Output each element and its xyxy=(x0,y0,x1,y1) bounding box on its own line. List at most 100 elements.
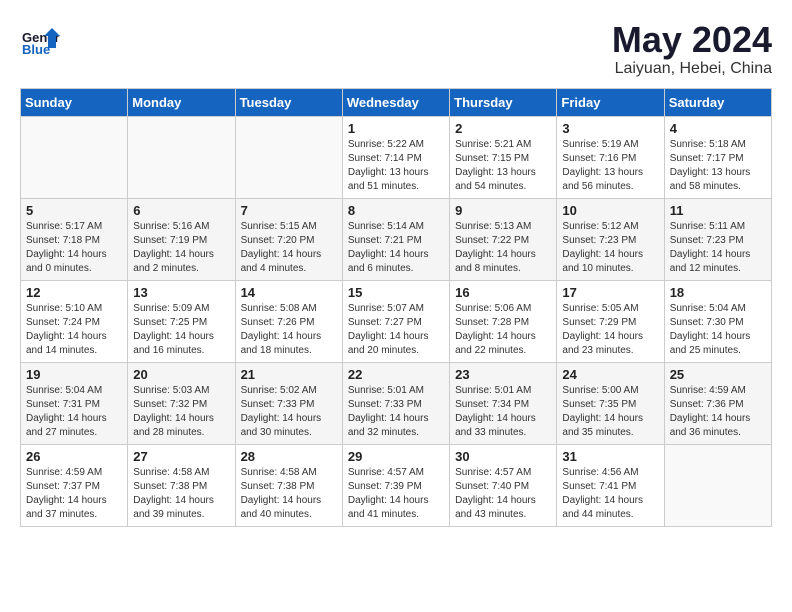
calendar-cell xyxy=(235,116,342,198)
calendar-cell: 11 Sunrise: 5:11 AM Sunset: 7:23 PM Dayli… xyxy=(664,198,771,280)
calendar-week-3: 12Sunrise: 5:10 AM Sunset: 7:24 PM Dayli… xyxy=(21,280,772,362)
day-info: Sunrise: 5:01 AM Sunset: 7:33 PM Dayligh… xyxy=(348,384,444,440)
svg-text:Blue: Blue xyxy=(22,42,50,57)
calendar-cell: 21 Sunrise: 5:02 AM Sunset: 7:33 PM Dayli… xyxy=(235,362,342,444)
day-info: Sunrise: 5:04 AM Sunset: 7:30 PM Dayligh… xyxy=(670,302,766,358)
calendar-cell: 20 Sunrise: 5:03 AM Sunset: 7:32 PM Dayli… xyxy=(128,362,235,444)
day-number: 17 xyxy=(562,285,658,300)
calendar-cell: 15 Sunrise: 5:07 AM Sunset: 7:27 PM Dayli… xyxy=(342,280,449,362)
day-info: Sunrise: 5:15 AM Sunset: 7:20 PM Dayligh… xyxy=(241,220,337,276)
calendar-week-2: 5 Sunrise: 5:17 AM Sunset: 7:18 PM Daylig… xyxy=(21,198,772,280)
day-number: 24 xyxy=(562,367,658,382)
day-info: Sunrise: 5:18 AM Sunset: 7:17 PM Dayligh… xyxy=(670,138,766,194)
calendar-cell: 17 Sunrise: 5:05 AM Sunset: 7:29 PM Dayli… xyxy=(557,280,664,362)
day-number: 11 xyxy=(670,203,766,218)
calendar-cell: 13 Sunrise: 5:09 AM Sunset: 7:25 PM Dayli… xyxy=(128,280,235,362)
col-header-tuesday: Tuesday xyxy=(235,88,342,116)
day-number: 20 xyxy=(133,367,229,382)
col-header-wednesday: Wednesday xyxy=(342,88,449,116)
calendar-cell: 16 Sunrise: 5:06 AM Sunset: 7:28 PM Dayli… xyxy=(450,280,557,362)
day-number: 5 xyxy=(26,203,122,218)
day-number: 8 xyxy=(348,203,444,218)
day-info: Sunrise: 5:22 AM Sunset: 7:14 PM Dayligh… xyxy=(348,138,444,194)
calendar-cell: 10Sunrise: 5:12 AM Sunset: 7:23 PM Dayli… xyxy=(557,198,664,280)
calendar-cell: 4 Sunrise: 5:18 AM Sunset: 7:17 PM Daylig… xyxy=(664,116,771,198)
location-subtitle: Laiyuan, Hebei, China xyxy=(612,60,772,78)
calendar-body: 1 Sunrise: 5:22 AM Sunset: 7:14 PM Daylig… xyxy=(21,116,772,526)
day-number: 21 xyxy=(241,367,337,382)
calendar-cell: 24Sunrise: 5:00 AM Sunset: 7:35 PM Dayli… xyxy=(557,362,664,444)
day-number: 13 xyxy=(133,285,229,300)
day-info: Sunrise: 5:03 AM Sunset: 7:32 PM Dayligh… xyxy=(133,384,229,440)
day-number: 7 xyxy=(241,203,337,218)
day-info: Sunrise: 5:19 AM Sunset: 7:16 PM Dayligh… xyxy=(562,138,658,194)
day-info: Sunrise: 5:06 AM Sunset: 7:28 PM Dayligh… xyxy=(455,302,551,358)
calendar-cell: 5 Sunrise: 5:17 AM Sunset: 7:18 PM Daylig… xyxy=(21,198,128,280)
calendar-cell: 6 Sunrise: 5:16 AM Sunset: 7:19 PM Daylig… xyxy=(128,198,235,280)
calendar-cell: 22Sunrise: 5:01 AM Sunset: 7:33 PM Dayli… xyxy=(342,362,449,444)
day-info: Sunrise: 5:16 AM Sunset: 7:19 PM Dayligh… xyxy=(133,220,229,276)
calendar-cell: 29 Sunrise: 4:57 AM Sunset: 7:39 PM Dayli… xyxy=(342,444,449,526)
day-number: 23 xyxy=(455,367,551,382)
day-info: Sunrise: 4:57 AM Sunset: 7:40 PM Dayligh… xyxy=(455,466,551,522)
calendar-cell: 30 Sunrise: 4:57 AM Sunset: 7:40 PM Dayli… xyxy=(450,444,557,526)
calendar-cell xyxy=(128,116,235,198)
day-number: 15 xyxy=(348,285,444,300)
calendar-cell xyxy=(21,116,128,198)
day-info: Sunrise: 5:13 AM Sunset: 7:22 PM Dayligh… xyxy=(455,220,551,276)
day-number: 1 xyxy=(348,121,444,136)
day-number: 29 xyxy=(348,449,444,464)
day-number: 2 xyxy=(455,121,551,136)
day-number: 12 xyxy=(26,285,122,300)
day-number: 25 xyxy=(670,367,766,382)
day-info: Sunrise: 5:09 AM Sunset: 7:25 PM Dayligh… xyxy=(133,302,229,358)
calendar-cell: 27Sunrise: 4:58 AM Sunset: 7:38 PM Dayli… xyxy=(128,444,235,526)
calendar-cell: 28Sunrise: 4:58 AM Sunset: 7:38 PM Dayli… xyxy=(235,444,342,526)
col-header-sunday: Sunday xyxy=(21,88,128,116)
calendar-cell: 1 Sunrise: 5:22 AM Sunset: 7:14 PM Daylig… xyxy=(342,116,449,198)
calendar-cell xyxy=(664,444,771,526)
logo-icon: General Blue xyxy=(20,20,60,60)
calendar-header-row: SundayMondayTuesdayWednesdayThursdayFrid… xyxy=(21,88,772,116)
day-info: Sunrise: 5:01 AM Sunset: 7:34 PM Dayligh… xyxy=(455,384,551,440)
logo: General Blue xyxy=(20,20,64,60)
calendar-cell: 12Sunrise: 5:10 AM Sunset: 7:24 PM Dayli… xyxy=(21,280,128,362)
day-number: 27 xyxy=(133,449,229,464)
page-header: General Blue May 2024 Laiyuan, Hebei, Ch… xyxy=(20,20,772,78)
day-info: Sunrise: 5:05 AM Sunset: 7:29 PM Dayligh… xyxy=(562,302,658,358)
calendar-cell: 23 Sunrise: 5:01 AM Sunset: 7:34 PM Dayli… xyxy=(450,362,557,444)
day-number: 4 xyxy=(670,121,766,136)
calendar-table: SundayMondayTuesdayWednesdayThursdayFrid… xyxy=(20,88,772,527)
day-number: 31 xyxy=(562,449,658,464)
day-info: Sunrise: 4:56 AM Sunset: 7:41 PM Dayligh… xyxy=(562,466,658,522)
day-info: Sunrise: 5:14 AM Sunset: 7:21 PM Dayligh… xyxy=(348,220,444,276)
day-number: 18 xyxy=(670,285,766,300)
day-info: Sunrise: 5:21 AM Sunset: 7:15 PM Dayligh… xyxy=(455,138,551,194)
calendar-cell: 31 Sunrise: 4:56 AM Sunset: 7:41 PM Dayli… xyxy=(557,444,664,526)
day-info: Sunrise: 4:57 AM Sunset: 7:39 PM Dayligh… xyxy=(348,466,444,522)
calendar-week-4: 19Sunrise: 5:04 AM Sunset: 7:31 PM Dayli… xyxy=(21,362,772,444)
calendar-cell: 25Sunrise: 4:59 AM Sunset: 7:36 PM Dayli… xyxy=(664,362,771,444)
day-info: Sunrise: 5:04 AM Sunset: 7:31 PM Dayligh… xyxy=(26,384,122,440)
calendar-cell: 19Sunrise: 5:04 AM Sunset: 7:31 PM Dayli… xyxy=(21,362,128,444)
calendar-cell: 18 Sunrise: 5:04 AM Sunset: 7:30 PM Dayli… xyxy=(664,280,771,362)
calendar-cell: 14 Sunrise: 5:08 AM Sunset: 7:26 PM Dayli… xyxy=(235,280,342,362)
month-title: May 2024 xyxy=(612,20,772,60)
calendar-cell: 3Sunrise: 5:19 AM Sunset: 7:16 PM Daylig… xyxy=(557,116,664,198)
day-info: Sunrise: 5:17 AM Sunset: 7:18 PM Dayligh… xyxy=(26,220,122,276)
calendar-cell: 8 Sunrise: 5:14 AM Sunset: 7:21 PM Daylig… xyxy=(342,198,449,280)
calendar-cell: 2 Sunrise: 5:21 AM Sunset: 7:15 PM Daylig… xyxy=(450,116,557,198)
day-number: 28 xyxy=(241,449,337,464)
day-number: 6 xyxy=(133,203,229,218)
day-number: 30 xyxy=(455,449,551,464)
day-info: Sunrise: 5:02 AM Sunset: 7:33 PM Dayligh… xyxy=(241,384,337,440)
day-number: 14 xyxy=(241,285,337,300)
day-info: Sunrise: 5:08 AM Sunset: 7:26 PM Dayligh… xyxy=(241,302,337,358)
day-info: Sunrise: 5:11 AM Sunset: 7:23 PM Dayligh… xyxy=(670,220,766,276)
day-number: 16 xyxy=(455,285,551,300)
calendar-cell: 7 Sunrise: 5:15 AM Sunset: 7:20 PM Daylig… xyxy=(235,198,342,280)
col-header-thursday: Thursday xyxy=(450,88,557,116)
day-info: Sunrise: 5:12 AM Sunset: 7:23 PM Dayligh… xyxy=(562,220,658,276)
day-info: Sunrise: 5:07 AM Sunset: 7:27 PM Dayligh… xyxy=(348,302,444,358)
day-info: Sunrise: 4:59 AM Sunset: 7:37 PM Dayligh… xyxy=(26,466,122,522)
